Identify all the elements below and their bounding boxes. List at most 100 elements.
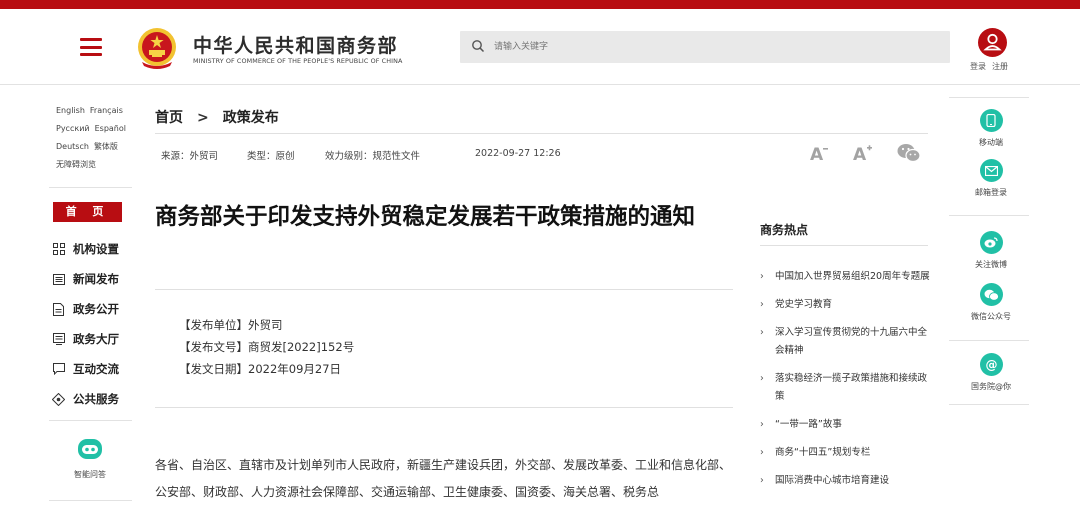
chevron-right-icon: › (760, 447, 764, 458)
national-emblem-icon[interactable] (136, 26, 178, 70)
breadcrumb: 首页 > 政策发布 (155, 107, 279, 127)
meta-date: 2022-09-27 12:26 (475, 148, 561, 159)
breadcrumb-separator: > (197, 110, 209, 126)
nav-item-news[interactable]: 新闻发布 (52, 264, 132, 294)
right-divider (949, 340, 1029, 341)
right-item-mobile[interactable]: 移动端 (951, 109, 1031, 148)
nav-item-public[interactable]: 公共服务 (52, 384, 132, 414)
hot-topic-item[interactable]: › “一带一路”故事 (760, 416, 930, 434)
hot-topic-item[interactable]: › 党史学习教育 (760, 296, 930, 314)
nav-item-open[interactable]: 政务公开 (52, 294, 132, 324)
smart-qa-label: 智能问答 (74, 470, 106, 479)
right-item-state-council[interactable]: @ 国务院@你 (951, 353, 1031, 392)
hot-topic-item[interactable]: › 深入学习宣传贯彻党的十九届六中全会精神 (760, 324, 930, 360)
left-nav: 机构设置 新闻发布 政务公开 政务大厅 互动交流 公共服务 (52, 234, 132, 414)
font-decrease-icon[interactable]: A (810, 144, 830, 166)
lang-spanish[interactable]: Español (95, 124, 126, 133)
lang-traditional[interactable]: 繁体版 (94, 142, 118, 151)
weibo-icon (979, 231, 1003, 254)
search-box[interactable] (460, 31, 950, 63)
newspaper-icon (52, 273, 65, 286)
breadcrumb-home[interactable]: 首页 (155, 110, 183, 126)
nav-label: 新闻发布 (73, 272, 119, 286)
chevron-right-icon: › (760, 271, 764, 282)
user-links: 登录 注册 (970, 61, 1014, 72)
meta-type: 类型：原创 (247, 151, 295, 162)
logo-title[interactable]: 中华人民共和国商务部 (193, 31, 398, 58)
lang-russian[interactable]: Pусский (56, 124, 90, 133)
right-divider (949, 404, 1029, 405)
search-icon[interactable] (471, 39, 485, 53)
right-item-wechat[interactable]: 微信公众号 (951, 283, 1031, 322)
right-item-weibo[interactable]: 关注微博 (951, 231, 1031, 270)
service-hall-icon (52, 333, 65, 346)
chevron-right-icon: › (760, 475, 764, 486)
hot-topic-label: 落实稳经济一揽子政策措施和接续政策 (775, 373, 928, 402)
article-body: 各省、自治区、直辖市及计划单列市人民政府，新疆生产建设兵团，外交部、发展改革委、… (155, 458, 732, 499)
chevron-right-icon: › (760, 299, 764, 310)
right-divider (949, 97, 1029, 98)
right-item-label: 移动端 (979, 138, 1003, 147)
title-divider (155, 289, 733, 290)
left-divider (49, 500, 132, 501)
public-service-icon (52, 392, 65, 406)
nav-item-interact[interactable]: 互动交流 (52, 354, 132, 384)
hot-topic-label: 国际消费中心城市培育建设 (775, 475, 890, 486)
right-item-label: 邮箱登录 (975, 188, 1007, 197)
info-divider (155, 407, 733, 408)
nav-label: 公共服务 (73, 392, 119, 406)
hot-topic-label: 党史学习教育 (775, 299, 833, 310)
mobile-icon (979, 109, 1003, 132)
article-title: 商务部关于印发支持外贸稳定发展若干政策措施的通知 (155, 204, 696, 230)
chevron-right-icon: › (760, 373, 764, 384)
hot-topics-divider (760, 245, 928, 246)
logo-subtitle: MINISTRY OF COMMERCE OF THE PEOPLE'S REP… (193, 57, 403, 65)
hot-topics-list: › 中国加入世界贸易组织20周年专题展 › 党史学习教育 › 深入学习宣传贯彻党的十九… (760, 268, 930, 500)
user-avatar-icon[interactable] (978, 28, 1007, 57)
hot-topic-label: 深入学习宣传贯彻党的十九届六中全会精神 (775, 327, 928, 356)
site-header: 中华人民共和国商务部 MINISTRY OF COMMERCE OF THE P… (0, 9, 1080, 85)
breadcrumb-divider (155, 133, 928, 134)
search-input[interactable] (494, 38, 934, 56)
nav-label: 机构设置 (73, 242, 119, 256)
breadcrumb-current[interactable]: 政策发布 (223, 110, 279, 126)
nav-item-org[interactable]: 机构设置 (52, 234, 132, 264)
chevron-right-icon: › (760, 419, 764, 430)
nav-item-hall[interactable]: 政务大厅 (52, 324, 132, 354)
lang-french[interactable]: Français (90, 106, 123, 115)
hot-topic-item[interactable]: › 中国加入世界贸易组织20周年专题展 (760, 268, 930, 286)
top-red-bar (0, 0, 1080, 9)
hot-topic-item[interactable]: › 商务“十四五”规划专栏 (760, 444, 930, 462)
language-links: English Français Pусский Español Deutsch 繁体… (56, 102, 136, 174)
at-icon: @ (979, 353, 1003, 376)
register-link[interactable]: 注册 (992, 62, 1008, 71)
wechat-icon (979, 283, 1003, 306)
org-chart-icon (52, 243, 65, 256)
hot-topics-title: 商务热点 (760, 223, 809, 237)
right-item-mail[interactable]: 邮箱登录 (951, 159, 1031, 198)
smart-qa[interactable]: 智能问答 (60, 437, 120, 480)
wechat-share-icon[interactable] (897, 143, 921, 167)
mail-icon (979, 159, 1003, 182)
nav-label: 互动交流 (73, 362, 119, 376)
chat-icon (52, 363, 65, 376)
svg-text:A: A (853, 145, 867, 162)
lang-german[interactable]: Deutsch (56, 142, 89, 151)
robot-icon (75, 437, 105, 463)
meta-source: 来源：外贸司 (161, 151, 219, 162)
nav-home[interactable]: 首 页 (53, 202, 122, 222)
info-publish-date: 【发文日期】2022年09月27日 (179, 362, 342, 376)
meta-level: 效力级别：规范性文件 (325, 151, 421, 162)
hamburger-menu-icon[interactable] (80, 38, 102, 56)
accessibility-link[interactable]: 无障碍浏览 (56, 160, 96, 169)
right-item-label: 国务院@你 (971, 382, 1011, 391)
hot-topic-item[interactable]: › 国际消费中心城市培育建设 (760, 472, 930, 490)
left-divider (49, 187, 132, 188)
right-divider (949, 215, 1029, 216)
document-icon (52, 302, 65, 316)
login-link[interactable]: 登录 (970, 62, 986, 71)
hot-topic-item[interactable]: › 落实稳经济一揽子政策措施和接续政策 (760, 370, 930, 406)
svg-text:@: @ (985, 358, 997, 371)
lang-english[interactable]: English (56, 106, 85, 115)
font-increase-icon[interactable]: A (853, 144, 875, 166)
